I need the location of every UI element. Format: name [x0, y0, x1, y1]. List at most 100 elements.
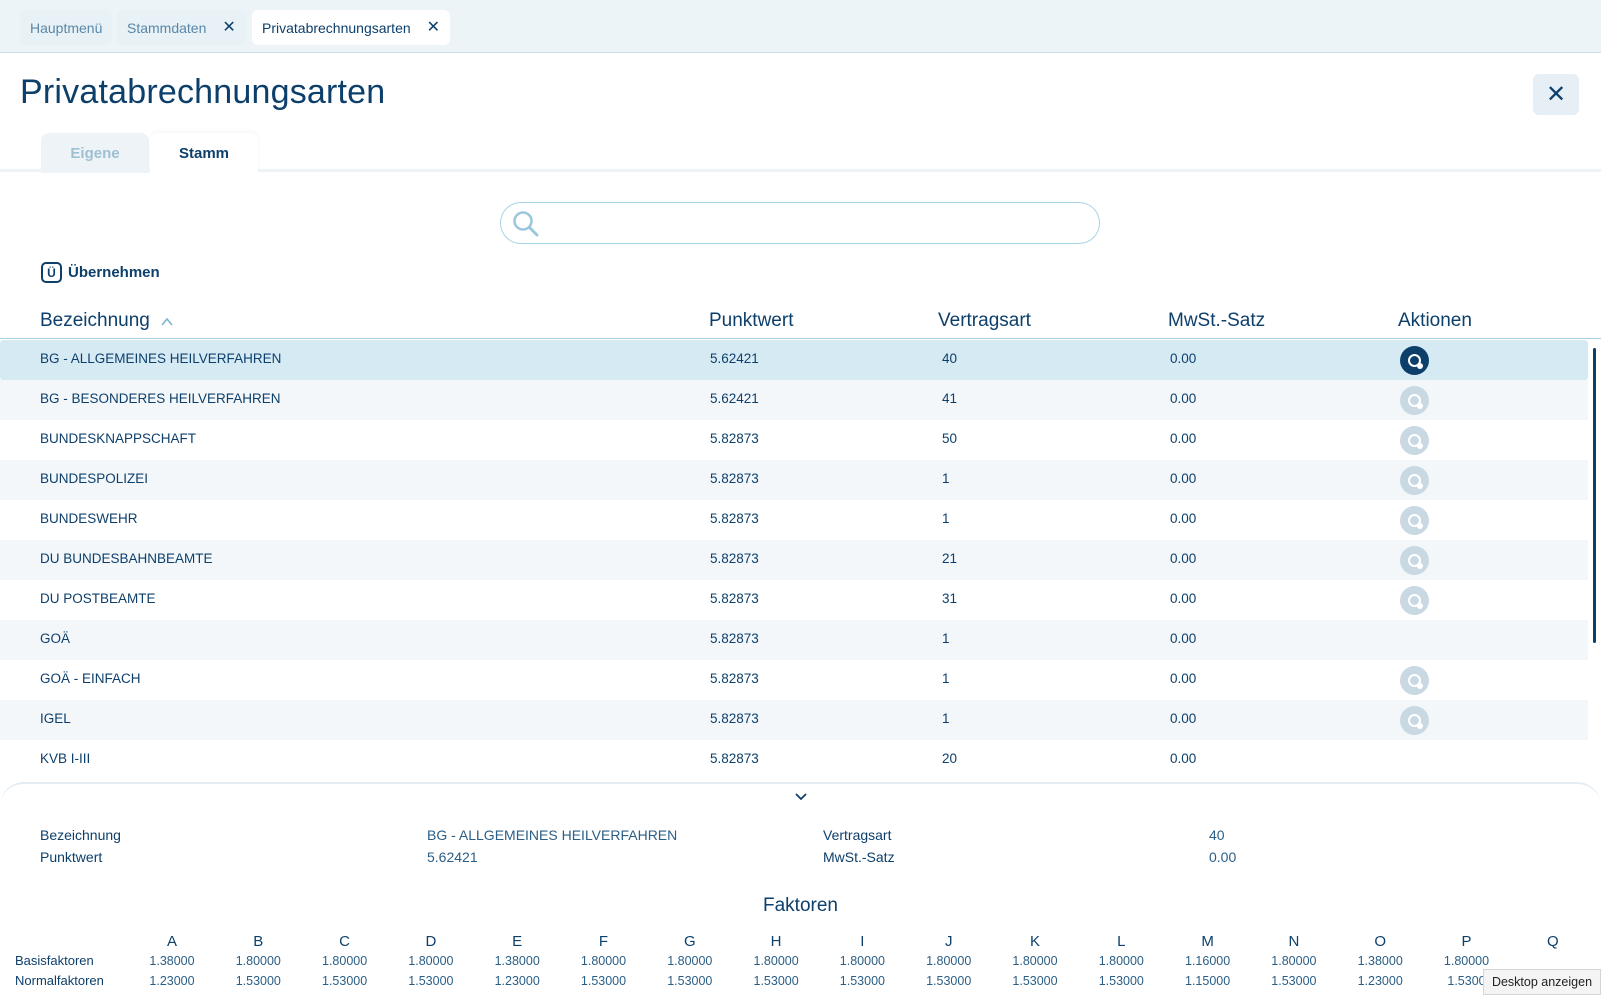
faktoren-column-header: H — [770, 933, 782, 950]
tab-stamm[interactable]: Stamm — [150, 133, 258, 173]
tab-label: Hauptmenü — [30, 19, 103, 36]
faktoren-cell: 1.80000 — [667, 954, 713, 968]
faktoren-column-header: P — [1461, 933, 1472, 950]
faktoren-cell: 1.15000 — [1185, 974, 1231, 988]
detail-vertragsart-value: 40 — [1209, 827, 1225, 843]
table-row[interactable]: GOÄ 5.82873 1 0.00 — [0, 620, 1588, 660]
chevron-down-icon[interactable] — [795, 788, 807, 804]
faktoren-column-header: F — [598, 933, 609, 950]
table-row[interactable]: BUNDESPOLIZEI 5.82873 1 0.00 — [0, 460, 1588, 500]
faktoren-cell: 1.80000 — [753, 954, 799, 968]
tab-hauptmenu[interactable]: Hauptmenü — [20, 10, 113, 45]
row-action-icon[interactable] — [1400, 386, 1429, 415]
faktoren-cell: 1.53000 — [580, 974, 627, 988]
close-icon[interactable]: ✕ — [222, 19, 235, 36]
row-action-icon[interactable] — [1400, 586, 1429, 615]
cell-vertragsart: 50 — [942, 431, 958, 446]
search-icon — [513, 211, 539, 237]
cell-vertragsart: 1 — [942, 511, 950, 526]
uebernehmen-button[interactable]: Ü Übernehmen — [41, 262, 160, 283]
row-action-icon[interactable] — [1400, 426, 1429, 455]
cell-mwst: 0.00 — [1170, 351, 1197, 366]
close-icon[interactable]: ✕ — [427, 19, 440, 36]
row-action-icon[interactable] — [1400, 506, 1429, 535]
faktoren-column-header: D — [425, 933, 437, 950]
uebernehmen-label: Übernehmen — [68, 264, 160, 281]
faktoren-cell: 1.80000 — [839, 954, 885, 968]
detail-punktwert-label: Punktwert — [40, 849, 103, 865]
row-action-icon[interactable] — [1400, 666, 1429, 695]
table-row[interactable]: BUNDESKNAPPSCHAFT 5.82873 50 0.00 — [0, 420, 1588, 460]
table-row[interactable]: BG - ALLGEMEINES HEILVERFAHREN 5.62421 40 0… — [0, 340, 1588, 380]
faktoren-column-header: L — [1117, 933, 1126, 950]
table-row[interactable]: KVB I-III 5.82873 20 0.00 — [0, 740, 1588, 779]
cell-bezeichnung: GOÄ — [40, 631, 71, 646]
table-row[interactable]: BG - BESONDERES HEILVERFAHREN 5.62421 41 0.… — [0, 380, 1588, 420]
column-header-bezeichnung[interactable]: Bezeichnung — [40, 310, 173, 332]
cell-bezeichnung: GOÄ - EINFACH — [40, 671, 141, 686]
detail-mwst-value: 0.00 — [1209, 849, 1237, 865]
table-row[interactable]: DU POSTBEAMTE 5.82873 31 0.00 — [0, 580, 1588, 620]
cell-punktwert: 5.82873 — [710, 751, 759, 766]
table-row[interactable]: IGEL 5.82873 1 0.00 — [0, 700, 1588, 740]
tab-privatabrechnungsarten[interactable]: Privatabrechnungsarten ✕ — [252, 10, 451, 45]
faktoren-row-label: Basisfaktoren — [15, 953, 94, 968]
row-action-icon[interactable] — [1400, 546, 1429, 575]
cell-mwst: 0.00 — [1170, 751, 1197, 766]
tab-stammdaten[interactable]: Stammdaten ✕ — [117, 10, 246, 45]
cell-punktwert: 5.82873 — [710, 551, 759, 566]
faktoren-cell: 1.53000 — [1271, 974, 1317, 988]
faktoren-title: Faktoren — [763, 895, 838, 916]
cell-bezeichnung: BG - BESONDERES HEILVERFAHREN — [40, 391, 281, 406]
sort-ascending-icon — [161, 310, 173, 332]
cell-bezeichnung: BG - ALLGEMEINES HEILVERFAHREN — [40, 351, 282, 366]
faktoren-cell: 1.80000 — [1271, 954, 1317, 968]
faktoren-column-header: K — [1029, 933, 1040, 950]
close-icon: ✕ — [1545, 81, 1567, 108]
table-row[interactable]: GOÄ - EINFACH 5.82873 1 0.00 — [0, 660, 1588, 700]
cell-vertragsart: 1 — [942, 631, 950, 646]
faktoren-cell: 1.53000 — [753, 974, 799, 988]
cell-punktwert: 5.82873 — [710, 591, 759, 606]
cell-punktwert: 5.82873 — [710, 711, 759, 726]
cell-mwst: 0.00 — [1170, 471, 1197, 486]
desktop-tooltip: Desktop anzeigen — [1483, 969, 1601, 995]
faktoren-cell: 1.53000 — [322, 974, 368, 988]
column-header-mwst[interactable]: MwSt.-Satz — [1168, 310, 1265, 332]
faktoren-column-header: J — [944, 933, 953, 950]
faktoren-cell: 1.80000 — [580, 954, 627, 968]
tab-label: Privatabrechnungsarten — [262, 19, 411, 36]
detail-mwst-label: MwSt.-Satz — [823, 849, 895, 865]
faktoren-cell: 1.53000 — [1012, 974, 1058, 988]
row-action-icon[interactable] — [1400, 466, 1429, 495]
row-action-icon[interactable] — [1400, 346, 1429, 375]
cell-vertragsart: 1 — [942, 711, 950, 726]
search-box — [500, 202, 1100, 244]
faktoren-cell: 1.53000 — [408, 974, 454, 988]
faktoren-cell: 1.53000 — [235, 974, 281, 988]
cell-vertragsart: 31 — [942, 591, 958, 606]
cell-mwst: 0.00 — [1170, 431, 1197, 446]
faktoren-cell: 1.53000 — [667, 974, 713, 988]
faktoren-cell: 1.80000 — [926, 954, 972, 968]
scrollbar[interactable] — [1593, 348, 1596, 643]
column-header-punktwert[interactable]: Punktwert — [709, 310, 793, 332]
column-header-vertragsart[interactable]: Vertragsart — [938, 310, 1031, 332]
cell-mwst: 0.00 — [1170, 591, 1197, 606]
faktoren-cell: 1.80000 — [322, 954, 368, 968]
faktoren-column-header: E — [512, 933, 523, 950]
detail-vertragsart-label: Vertragsart — [823, 827, 892, 843]
table-row[interactable]: DU BUNDESBAHNBEAMTE 5.82873 21 0.00 — [0, 540, 1588, 580]
table-row[interactable]: BUNDESWEHR 5.82873 1 0.00 — [0, 500, 1588, 540]
cell-bezeichnung: DU POSTBEAMTE — [40, 591, 156, 606]
faktoren-column-header: O — [1374, 933, 1387, 950]
close-button[interactable]: ✕ — [1533, 74, 1579, 115]
faktoren-cell: 1.80000 — [408, 954, 454, 968]
cell-vertragsart: 20 — [942, 751, 958, 766]
tab-eigene[interactable]: Eigene — [41, 133, 149, 173]
row-action-icon[interactable] — [1400, 706, 1429, 735]
search-input[interactable] — [547, 207, 1087, 239]
faktoren-column-header: B — [253, 933, 264, 950]
faktoren-cell: 1.23000 — [149, 974, 195, 988]
cell-vertragsart: 1 — [942, 471, 950, 486]
